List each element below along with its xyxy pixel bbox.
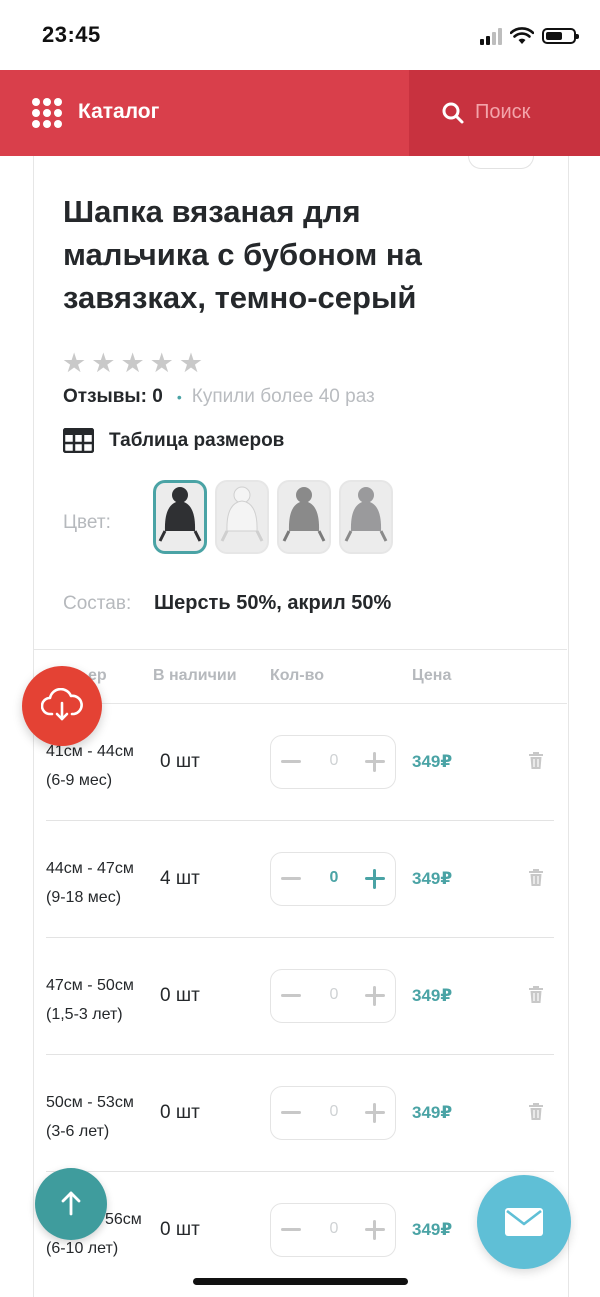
wifi-icon	[510, 27, 534, 44]
star-icon: ★	[62, 348, 87, 378]
row-stock: 0 шт	[160, 1102, 200, 1123]
row-stock: 0 шт	[160, 751, 200, 772]
app-header: Каталог Поиск	[0, 70, 600, 156]
envelope-icon	[505, 1208, 543, 1236]
rating-stars: ★ ★ ★ ★ ★	[62, 350, 203, 377]
table-icon	[63, 428, 94, 453]
separator-dot: •	[176, 389, 182, 405]
row-price: 349₽	[412, 1220, 453, 1239]
arrow-up-icon	[61, 1191, 81, 1216]
search-label: Поиск	[475, 101, 531, 123]
th-qty: Кол-во	[270, 667, 325, 684]
size-table-label: Таблица размеров	[109, 429, 285, 451]
table-row: 41см - 44см (6-9 мес) 0 шт 0 349₽	[46, 704, 554, 821]
plus-button[interactable]	[365, 986, 385, 1006]
favorite-button[interactable]	[468, 156, 534, 169]
trash-icon[interactable]	[528, 986, 544, 1004]
hat-white-icon	[220, 486, 264, 542]
plus-button[interactable]	[365, 869, 385, 889]
product-title: Шапка вязаная для мальчика с бубоном на …	[63, 194, 422, 315]
hat-gray-icon	[282, 487, 326, 542]
catalog-button[interactable]: Каталог	[0, 70, 408, 156]
divider	[33, 649, 567, 650]
download-button[interactable]	[22, 666, 102, 746]
cloud-download-icon	[41, 688, 83, 721]
row-age: (6-10 лет)	[46, 1240, 119, 1257]
search-button[interactable]: Поиск	[409, 70, 600, 156]
signal-icon	[480, 27, 502, 45]
color-swatch-gray[interactable]	[277, 480, 331, 554]
scroll-top-button[interactable]	[35, 1168, 107, 1240]
row-price: 349₽	[412, 752, 453, 771]
trash-icon[interactable]	[528, 752, 544, 770]
table-row: 47см - 50см (1,5-3 лет) 0 шт 0 349₽	[46, 938, 554, 1055]
bought-count: Купили более 40 раз	[191, 386, 375, 407]
quantity-stepper: 0	[270, 1086, 396, 1140]
row-size: 56см	[105, 1211, 142, 1228]
row-price: 349₽	[412, 1103, 453, 1122]
star-icon: ★	[91, 348, 116, 378]
trash-icon[interactable]	[528, 1103, 544, 1121]
color-swatch-white[interactable]	[215, 480, 269, 554]
row-size: 47см - 50см (1,5-3 лет)	[46, 977, 134, 1023]
row-stock: 4 шт	[160, 868, 200, 889]
color-swatch-light-gray[interactable]	[339, 480, 393, 554]
home-indicator[interactable]	[193, 1278, 408, 1285]
row-stock: 0 шт	[160, 1219, 200, 1240]
quantity-stepper: 0	[270, 735, 396, 789]
plus-button[interactable]	[365, 752, 385, 772]
composition-label: Состав:	[63, 593, 132, 614]
th-price: Цена	[412, 667, 452, 684]
table-row: 50см - 53см (3-6 лет) 0 шт 0 349₽	[46, 1055, 554, 1172]
color-swatch-dark-gray[interactable]	[153, 480, 207, 554]
message-button[interactable]	[477, 1175, 571, 1269]
quantity-stepper: 0	[270, 969, 396, 1023]
grid-dots-icon	[32, 98, 62, 128]
star-icon: ★	[149, 348, 174, 378]
quantity-stepper: 0	[270, 852, 396, 906]
quantity-stepper: 0	[270, 1203, 396, 1257]
color-label: Цвет:	[63, 512, 111, 533]
status-time: 23:45	[42, 22, 101, 47]
status-icons	[480, 24, 579, 48]
status-bar: 23:45	[0, 0, 600, 70]
star-icon: ★	[120, 348, 145, 378]
catalog-label: Каталог	[78, 100, 160, 123]
row-size: 44см - 47см (9-18 мес)	[46, 860, 134, 906]
search-icon	[442, 102, 464, 124]
color-swatches	[153, 480, 393, 554]
reviews-link[interactable]: Отзывы: 0	[63, 386, 163, 408]
hat-dark-gray-icon	[158, 487, 202, 542]
size-table-link[interactable]: Таблица размеров	[63, 428, 284, 453]
row-size: 50см - 53см (3-6 лет)	[46, 1094, 134, 1140]
table-row: 44см - 47см (9-18 мес) 4 шт 0 349₽	[46, 821, 554, 938]
row-price: 349₽	[412, 869, 453, 888]
reviews-line: Отзывы: 0 • Купили более 40 раз	[63, 386, 375, 408]
plus-button[interactable]	[365, 1220, 385, 1240]
plus-button[interactable]	[365, 1103, 385, 1123]
star-icon: ★	[178, 348, 204, 378]
row-stock: 0 шт	[160, 985, 200, 1006]
th-stock: В наличии	[153, 667, 237, 684]
hat-light-gray-icon	[344, 487, 388, 542]
trash-icon[interactable]	[528, 869, 544, 887]
composition-value: Шерсть 50%, акрил 50%	[154, 592, 392, 614]
row-price: 349₽	[412, 986, 453, 1005]
battery-icon	[542, 28, 579, 44]
